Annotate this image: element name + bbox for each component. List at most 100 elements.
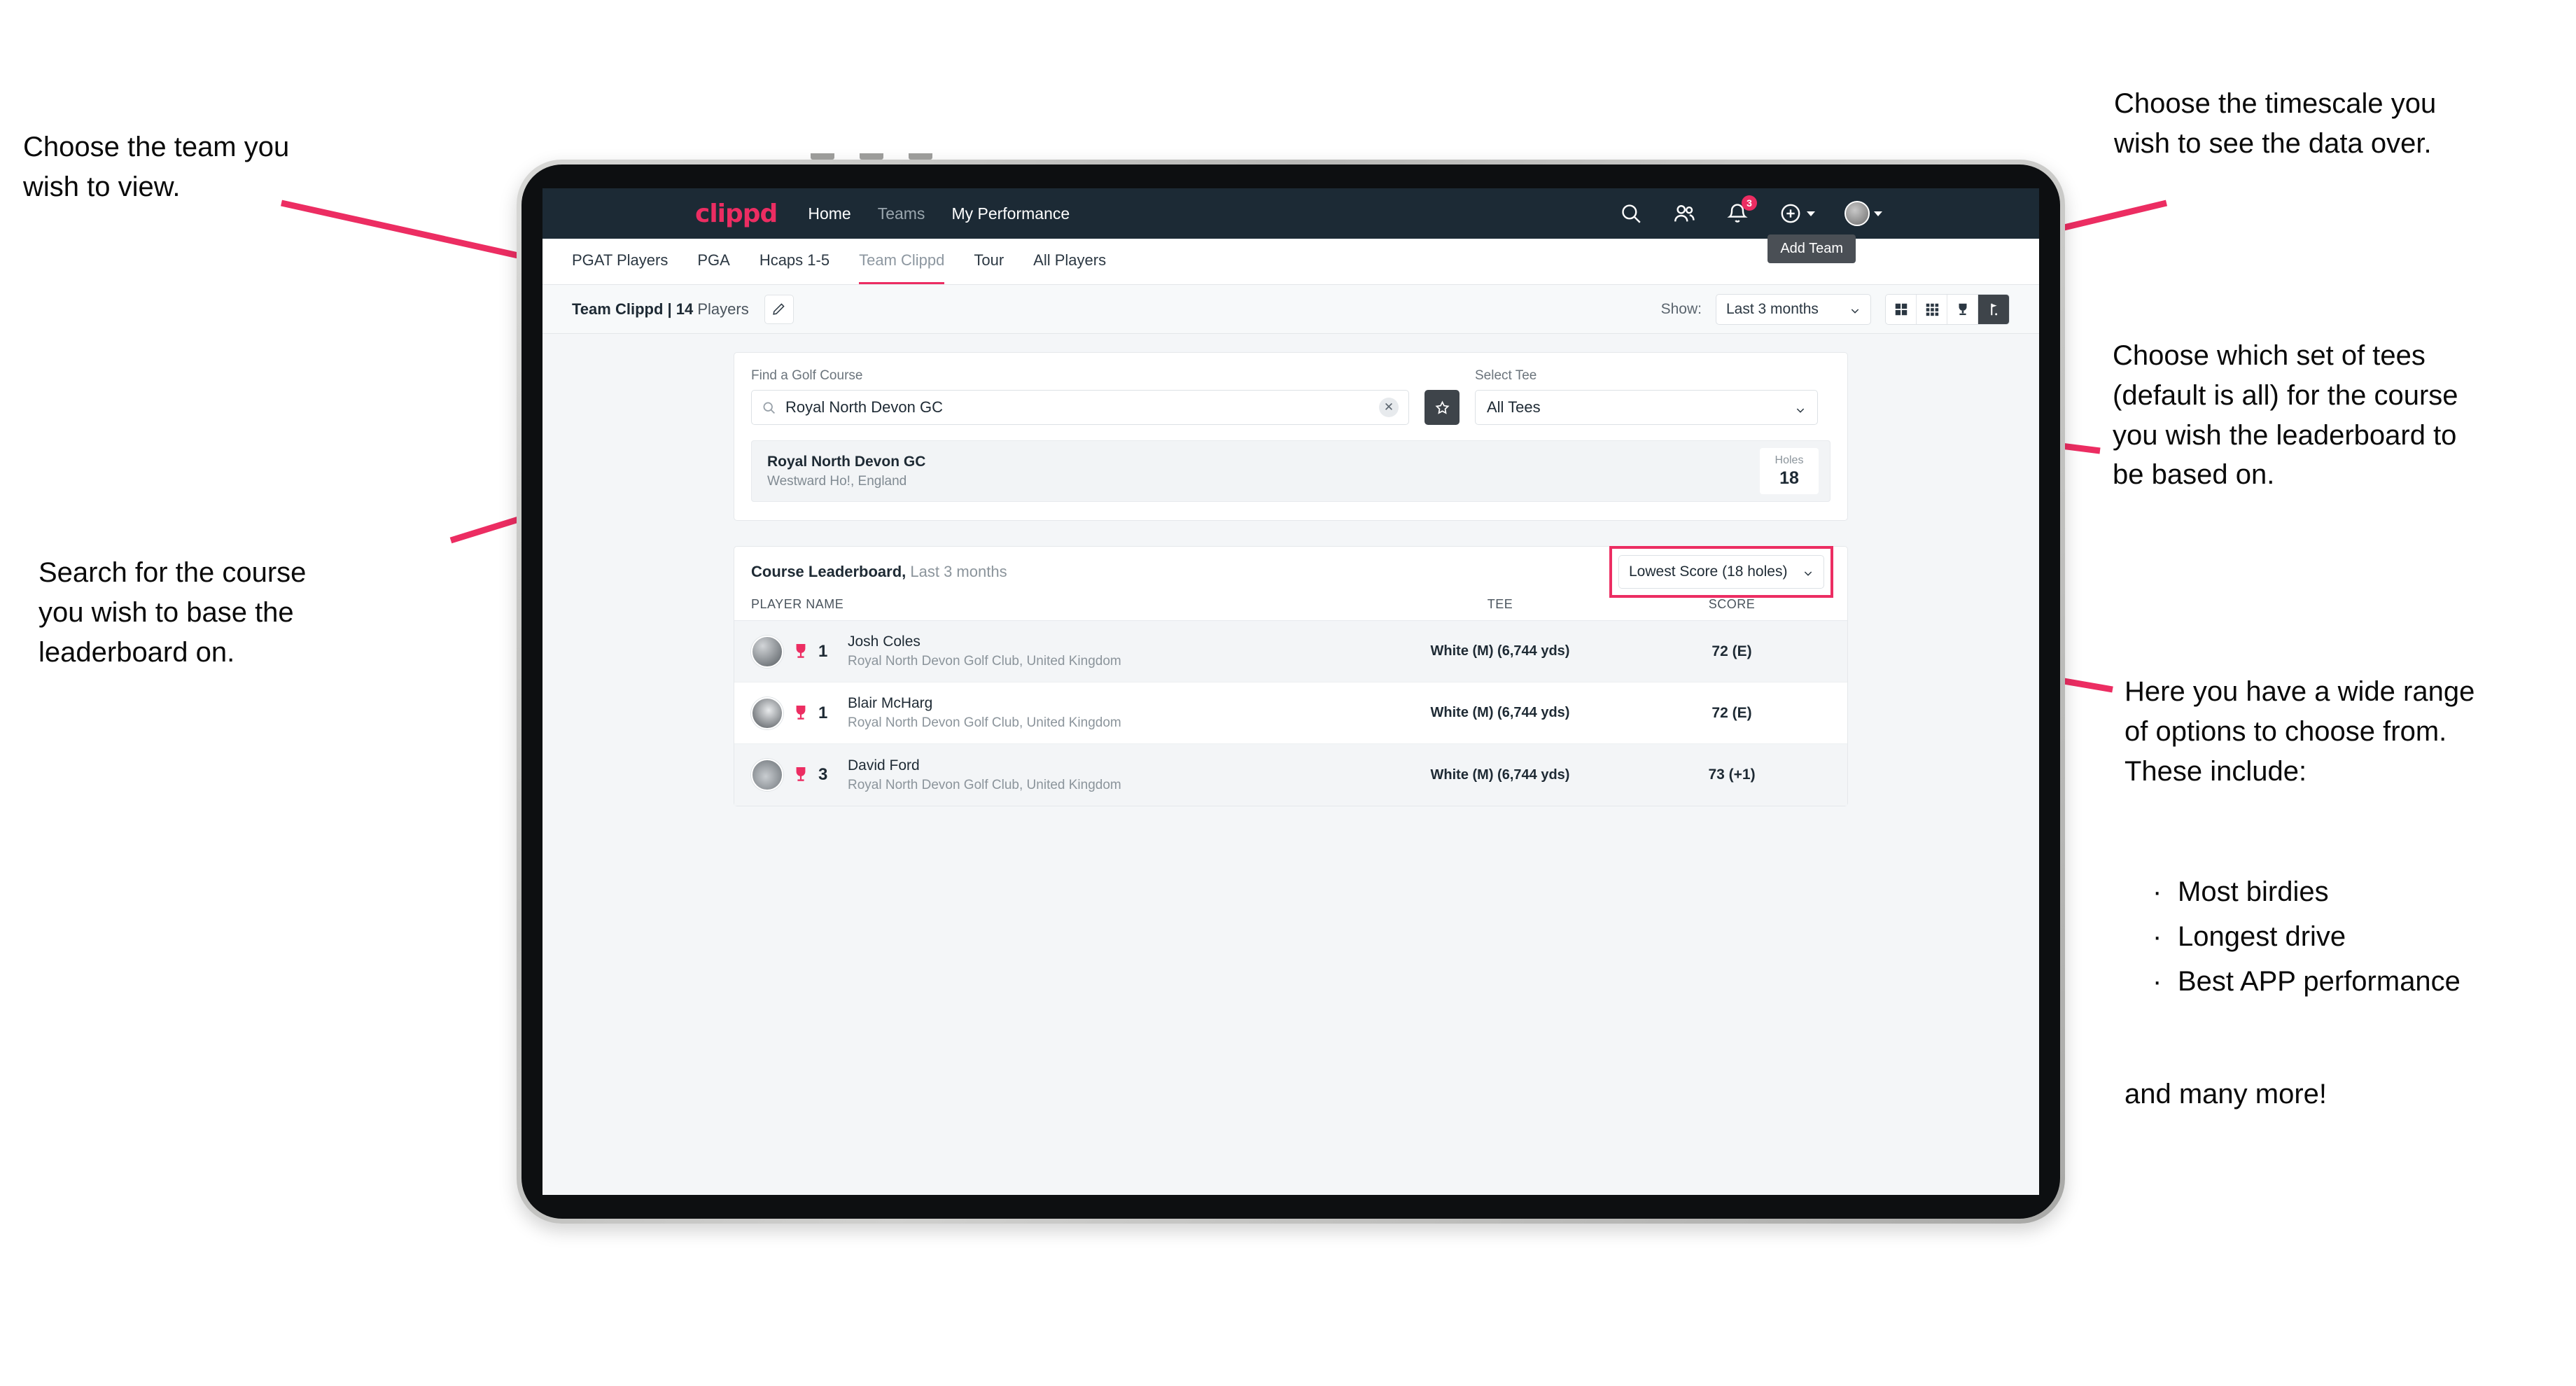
player-identity: Josh Coles Royal North Devon Golf Club, …	[848, 634, 1121, 669]
team-tabs-bar: PGAT Players PGA Hcaps 1-5 Team Clippd T…	[542, 234, 2039, 285]
leaderboard-column-headers: PLAYER NAME TEE SCORE	[734, 597, 1847, 621]
course-leaderboard-panel: Course Leaderboard, Last 3 months Lowest…	[734, 546, 1848, 806]
chevron-down-icon	[1807, 211, 1815, 216]
course-name: Royal North Devon GC	[767, 453, 926, 470]
chevron-down-icon	[1795, 402, 1806, 413]
player-cell: 1 Josh Coles Royal North Devon Golf Club…	[751, 634, 1367, 669]
nav-item-teams[interactable]: Teams	[878, 204, 925, 223]
column-header-player-name: PLAYER NAME	[751, 597, 844, 611]
avatar	[751, 696, 783, 729]
avatar[interactable]	[1844, 201, 1870, 226]
table-row[interactable]: 1 Josh Coles Royal North Devon Golf Club…	[734, 621, 1847, 682]
tab-hcaps-1-5[interactable]: Hcaps 1-5	[760, 239, 830, 284]
tab-team-clippd[interactable]: Team Clippd	[859, 239, 945, 284]
toolbar-right: Show: Last 3 months	[1661, 293, 2010, 325]
primary-nav: Home Teams My Performance	[808, 204, 1070, 223]
tab-all-players[interactable]: All Players	[1033, 239, 1106, 284]
top-bar-icons: 3	[1619, 195, 2012, 226]
metric-select-highlight: Lowest Score (18 holes)	[1609, 546, 1833, 598]
holes-badge: Holes 18	[1760, 448, 1819, 494]
tee-select-value: All Tees	[1487, 398, 1541, 416]
player-tee: White (M) (6,744 yds)	[1430, 705, 1570, 720]
player-identity: David Ford Royal North Devon Golf Club, …	[848, 757, 1121, 793]
course-search-label: Find a Golf Course	[751, 368, 863, 383]
trophy-view-button[interactable]	[1947, 294, 1978, 324]
add-team-tooltip: Add Team	[1768, 234, 1856, 263]
tee-select[interactable]: All Tees	[1475, 390, 1818, 425]
app-top-bar: clippd Home Teams My Performance 3	[542, 188, 2039, 239]
team-name: Team Clippd | 14	[572, 300, 694, 318]
player-cell: 3 David Ford Royal North Devon Golf Club…	[751, 757, 1367, 793]
course-search-field: Find a Golf Course Royal North Devon GC …	[751, 368, 1409, 425]
team-toolbar: Team Clippd | 14 Players Show: Last 3 mo…	[542, 285, 2039, 334]
player-rank: 3	[818, 765, 828, 784]
team-tabs: PGAT Players PGA Hcaps 1-5 Team Clippd T…	[572, 239, 1106, 284]
course-result-card[interactable]: Royal North Devon GC Westward Ho!, Engla…	[751, 440, 1830, 502]
golf-flag-icon	[1991, 303, 1998, 315]
trophy-icon	[793, 704, 808, 722]
search-input-value: Royal North Devon GC	[785, 398, 943, 416]
tab-pga[interactable]: PGA	[697, 239, 729, 284]
player-identity: Blair McHarg Royal North Devon Golf Club…	[848, 695, 1121, 731]
course-search-panel: Find a Golf Course Royal North Devon GC …	[734, 352, 1848, 521]
tab-pgat-players[interactable]: PGAT Players	[572, 239, 668, 284]
search-input[interactable]: Royal North Devon GC ✕	[751, 390, 1409, 425]
player-name: Blair McHarg	[848, 695, 933, 711]
add-menu[interactable]	[1779, 202, 1815, 225]
tee-select-label: Select Tee	[1475, 368, 1537, 383]
player-tee: White (M) (6,744 yds)	[1430, 766, 1570, 783]
table-row[interactable]: 1 Blair McHarg Royal North Devon Golf Cl…	[734, 682, 1847, 744]
people-icon[interactable]	[1672, 202, 1696, 225]
avatar	[751, 635, 783, 668]
search-icon	[763, 402, 775, 414]
player-name: David Ford	[848, 757, 920, 774]
chevron-down-icon	[1874, 211, 1882, 216]
favourite-course-button[interactable]	[1424, 390, 1460, 425]
tablet-device-frame: clippd Home Teams My Performance 3 PGAT …	[517, 153, 2065, 1224]
player-cell: 1 Blair McHarg Royal North Devon Golf Cl…	[751, 695, 1367, 731]
tab-tour[interactable]: Tour	[974, 239, 1004, 284]
grid-9-view-button[interactable]	[1917, 294, 1947, 324]
golf-flag-view-button[interactable]	[1978, 294, 2009, 324]
grid-4-view-button[interactable]	[1886, 294, 1917, 324]
player-club: Royal North Devon Golf Club, United King…	[848, 715, 1121, 730]
nav-item-home[interactable]: Home	[808, 204, 850, 223]
player-score: 72 (E)	[1712, 643, 1752, 659]
notification-badge: 3	[1742, 195, 1757, 211]
app-screen: clippd Home Teams My Performance 3 PGAT …	[542, 188, 2039, 1195]
player-score: 73 (+1)	[1708, 766, 1756, 783]
trophy-icon	[793, 643, 808, 661]
leaderboard-metric-select[interactable]: Lowest Score (18 holes)	[1618, 555, 1824, 589]
player-club: Royal North Devon Golf Club, United King…	[848, 777, 1121, 792]
leaderboard-title: Course Leaderboard, Last 3 months	[751, 563, 1007, 581]
nav-item-my-performance[interactable]: My Performance	[951, 204, 1070, 223]
leaderboard-title-main: Course Leaderboard,	[751, 563, 906, 580]
chevron-down-icon	[1802, 566, 1814, 578]
account-menu[interactable]	[1844, 201, 1882, 226]
team-player-count-suffix: Players	[693, 300, 749, 318]
team-summary: Team Clippd | 14 Players	[572, 300, 749, 318]
table-row[interactable]: 3 David Ford Royal North Devon Golf Club…	[734, 744, 1847, 806]
clippd-logo[interactable]: clippd	[695, 200, 778, 228]
player-name: Josh Coles	[848, 634, 920, 650]
edit-team-button[interactable]	[764, 294, 794, 324]
player-score: 72 (E)	[1712, 704, 1752, 721]
timescale-value: Last 3 months	[1726, 300, 1819, 317]
course-info: Royal North Devon GC Westward Ho!, Engla…	[767, 454, 925, 489]
player-rank: 1	[818, 703, 828, 722]
timescale-select[interactable]: Last 3 months	[1716, 293, 1871, 325]
grid-9-icon	[1926, 303, 1938, 316]
column-header-tee: TEE	[1487, 597, 1513, 611]
trophy-icon	[793, 766, 808, 784]
bell-icon[interactable]: 3	[1726, 195, 1757, 225]
star-icon	[1434, 400, 1450, 414]
pencil-icon	[773, 303, 785, 315]
course-location: Westward Ho!, England	[767, 473, 907, 489]
plus-circle-icon[interactable]	[1779, 202, 1802, 225]
player-rank: 1	[818, 641, 828, 661]
grid-4-icon	[1895, 303, 1907, 315]
tee-select-field: Select Tee All Tees	[1475, 368, 1818, 425]
leaderboard-metric-value: Lowest Score (18 holes)	[1629, 564, 1788, 580]
search-icon[interactable]	[1619, 202, 1643, 225]
close-icon[interactable]: ✕	[1379, 398, 1399, 417]
